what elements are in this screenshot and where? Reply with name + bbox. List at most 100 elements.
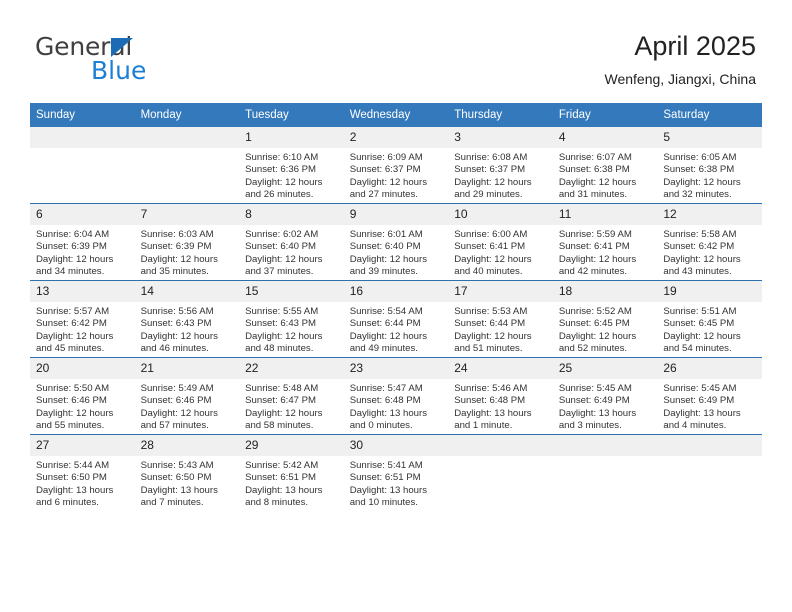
weekday-header-sunday: Sunday: [30, 103, 135, 127]
calendar-day-cell[interactable]: 4 Sunrise: 6:07 AM Sunset: 6:38 PM Daylight…: [552, 127, 658, 204]
sunset-text: Sunset: 6:45 PM: [558, 318, 630, 330]
calendar-day-cell[interactable]: 8 Sunrise: 6:02 AM Sunset: 6:40 PM Daylight…: [239, 203, 344, 281]
day-number: 6: [30, 204, 135, 225]
calendar-day-cell[interactable]: 22 Sunrise: 5:48 AM Sunset: 6:47 PM Dayligh…: [239, 357, 344, 435]
sunrise-text: Sunrise: 5:48 AM: [245, 383, 319, 394]
sunset-text: Sunset: 6:45 PM: [663, 318, 735, 330]
calendar-day-cell[interactable]: 3 Sunrise: 6:08 AM Sunset: 6:37 PM Daylight…: [448, 127, 553, 204]
day-number: 11: [552, 204, 658, 225]
day-number: [448, 435, 553, 456]
sunrise-text: Sunrise: 5:46 AM: [454, 383, 528, 394]
calendar-day-cell[interactable]: 10 Sunrise: 6:00 AM Sunset: 6:41 PM Dayligh…: [448, 203, 553, 281]
calendar-day-cell[interactable]: 12 Sunrise: 5:58 AM Sunset: 6:42 PM Dayligh…: [657, 203, 762, 281]
day-details: Sunrise: 5:53 AM Sunset: 6:44 PM Daylight:…: [448, 302, 553, 356]
calendar-day-cell[interactable]: 27 Sunrise: 5:44 AM Sunset: 6:50 PM Dayligh…: [30, 434, 135, 511]
sunrise-text: Sunrise: 5:50 AM: [36, 383, 110, 394]
daylight-text: Daylight: 12 hours and 27 minutes.: [349, 176, 428, 201]
sunset-text: Sunset: 6:41 PM: [558, 241, 630, 253]
calendar-day-cell[interactable]: 11 Sunrise: 5:59 AM Sunset: 6:41 PM Dayligh…: [552, 203, 658, 281]
daylight-text: Daylight: 12 hours and 32 minutes.: [663, 176, 741, 201]
page-subtitle: Wenfeng, Jiangxi, China: [604, 71, 757, 87]
calendar-day-cell[interactable]: 18 Sunrise: 5:52 AM Sunset: 6:45 PM Dayligh…: [552, 280, 658, 358]
calendar-week-row: 13 Sunrise: 5:57 AM Sunset: 6:42 PM Dayligh…: [30, 280, 762, 358]
day-number: 18: [552, 281, 658, 302]
calendar-day-cell[interactable]: 29 Sunrise: 5:42 AM Sunset: 6:51 PM Dayligh…: [239, 434, 344, 511]
sunrise-text: Sunrise: 6:08 AM: [454, 152, 528, 163]
calendar-week-row: 1 Sunrise: 6:10 AM Sunset: 6:36 PM Daylight…: [30, 127, 762, 204]
sunset-text: Sunset: 6:42 PM: [663, 241, 735, 253]
day-number: 21: [134, 358, 240, 379]
day-details: Sunrise: 5:41 AM Sunset: 6:51 PM Daylight:…: [344, 456, 449, 510]
calendar-day-cell[interactable]: 19 Sunrise: 5:51 AM Sunset: 6:45 PM Dayligh…: [657, 280, 762, 358]
sunrise-text: Sunrise: 6:05 AM: [663, 152, 737, 163]
calendar-day-cell[interactable]: 26 Sunrise: 5:45 AM Sunset: 6:49 PM Dayligh…: [657, 357, 762, 435]
sunset-text: Sunset: 6:38 PM: [558, 164, 630, 176]
sunset-text: Sunset: 6:51 PM: [245, 472, 317, 484]
daylight-text: Daylight: 12 hours and 29 minutes.: [454, 176, 532, 201]
daylight-text: Daylight: 13 hours and 1 minute.: [454, 407, 532, 432]
day-details: Sunrise: 5:50 AM Sunset: 6:46 PM Daylight:…: [30, 379, 135, 433]
calendar-day-cell-empty: [552, 434, 658, 511]
calendar-day-cell[interactable]: 17 Sunrise: 5:53 AM Sunset: 6:44 PM Dayligh…: [448, 280, 553, 358]
calendar-day-cell[interactable]: 24 Sunrise: 5:46 AM Sunset: 6:48 PM Dayligh…: [448, 357, 553, 435]
calendar-day-cell[interactable]: 25 Sunrise: 5:45 AM Sunset: 6:49 PM Dayligh…: [552, 357, 658, 435]
calendar-day-cell[interactable]: 7 Sunrise: 6:03 AM Sunset: 6:39 PM Daylight…: [134, 203, 240, 281]
calendar-day-cell[interactable]: 16 Sunrise: 5:54 AM Sunset: 6:44 PM Dayligh…: [343, 280, 449, 358]
sunset-text: Sunset: 6:38 PM: [663, 164, 735, 176]
day-number: 13: [30, 281, 135, 302]
day-details: Sunrise: 6:03 AM Sunset: 6:39 PM Daylight:…: [135, 225, 240, 279]
calendar-day-cell[interactable]: 30 Sunrise: 5:41 AM Sunset: 6:51 PM Dayligh…: [343, 434, 449, 511]
day-number: 28: [134, 435, 240, 456]
calendar-day-cell[interactable]: 21 Sunrise: 5:49 AM Sunset: 6:46 PM Dayligh…: [134, 357, 240, 435]
sunrise-text: Sunrise: 5:56 AM: [140, 306, 214, 317]
sunrise-text: Sunrise: 5:47 AM: [349, 383, 423, 394]
calendar-day-cell[interactable]: 15 Sunrise: 5:55 AM Sunset: 6:43 PM Dayligh…: [239, 280, 344, 358]
day-details: Sunrise: 5:55 AM Sunset: 6:43 PM Daylight:…: [239, 302, 344, 356]
day-details: Sunrise: 6:04 AM Sunset: 6:39 PM Daylight:…: [30, 225, 135, 279]
calendar-week-row: 6 Sunrise: 6:04 AM Sunset: 6:39 PM Daylight…: [30, 203, 762, 281]
calendar-day-cell-empty: [448, 434, 553, 511]
sunset-text: Sunset: 6:40 PM: [245, 241, 317, 253]
sunrise-text: Sunrise: 5:41 AM: [349, 460, 423, 471]
sunset-text: Sunset: 6:37 PM: [454, 164, 526, 176]
daylight-text: Daylight: 12 hours and 54 minutes.: [663, 330, 741, 355]
day-number: 5: [657, 127, 762, 148]
sunset-text: Sunset: 6:39 PM: [36, 241, 107, 253]
calendar-day-cell[interactable]: 2 Sunrise: 6:09 AM Sunset: 6:37 PM Daylight…: [343, 127, 449, 204]
sunrise-text: Sunrise: 5:49 AM: [140, 383, 214, 394]
daylight-text: Daylight: 12 hours and 43 minutes.: [663, 253, 741, 278]
sunrise-text: Sunrise: 5:59 AM: [558, 229, 632, 240]
daylight-text: Daylight: 13 hours and 7 minutes.: [140, 484, 218, 509]
calendar-day-cell[interactable]: 9 Sunrise: 6:01 AM Sunset: 6:40 PM Daylight…: [343, 203, 449, 281]
calendar-day-cell[interactable]: 14 Sunrise: 5:56 AM Sunset: 6:43 PM Dayligh…: [134, 280, 240, 358]
sunrise-text: Sunrise: 5:42 AM: [245, 460, 319, 471]
day-number: 27: [30, 435, 135, 456]
sunrise-text: Sunrise: 6:02 AM: [245, 229, 319, 240]
weekday-header-saturday: Saturday: [657, 103, 762, 127]
calendar-day-cell[interactable]: 28 Sunrise: 5:43 AM Sunset: 6:50 PM Dayligh…: [134, 434, 240, 511]
sunrise-text: Sunrise: 6:04 AM: [36, 229, 110, 240]
calendar-day-cell[interactable]: 23 Sunrise: 5:47 AM Sunset: 6:48 PM Dayligh…: [343, 357, 449, 435]
day-number: 15: [239, 281, 344, 302]
sunset-text: Sunset: 6:48 PM: [349, 395, 421, 407]
calendar-day-cell[interactable]: 13 Sunrise: 5:57 AM Sunset: 6:42 PM Dayligh…: [30, 280, 135, 358]
daylight-text: Daylight: 12 hours and 49 minutes.: [349, 330, 428, 355]
day-number: 16: [343, 281, 449, 302]
calendar-day-cell[interactable]: 5 Sunrise: 6:05 AM Sunset: 6:38 PM Daylight…: [657, 127, 762, 204]
day-details: Sunrise: 5:46 AM Sunset: 6:48 PM Daylight:…: [448, 379, 553, 433]
daylight-text: Daylight: 13 hours and 4 minutes.: [663, 407, 741, 432]
calendar-day-cell-empty: [134, 127, 240, 204]
daylight-text: Daylight: 12 hours and 31 minutes.: [558, 176, 637, 201]
sunrise-text: Sunrise: 6:03 AM: [140, 229, 214, 240]
daylight-text: Daylight: 12 hours and 48 minutes.: [245, 330, 323, 355]
day-number: [552, 435, 658, 456]
sunrise-text: Sunrise: 5:44 AM: [36, 460, 110, 471]
day-details: Sunrise: 5:45 AM Sunset: 6:49 PM Daylight:…: [657, 379, 762, 433]
sunrise-text: Sunrise: 6:10 AM: [245, 152, 319, 163]
sunrise-text: Sunrise: 5:57 AM: [36, 306, 110, 317]
calendar-day-cell[interactable]: 20 Sunrise: 5:50 AM Sunset: 6:46 PM Dayligh…: [30, 357, 135, 435]
day-details: Sunrise: 6:02 AM Sunset: 6:40 PM Daylight:…: [239, 225, 344, 279]
sunset-text: Sunset: 6:47 PM: [245, 395, 317, 407]
calendar-day-cell[interactable]: 6 Sunrise: 6:04 AM Sunset: 6:39 PM Daylight…: [30, 203, 135, 281]
calendar-day-cell[interactable]: 1 Sunrise: 6:10 AM Sunset: 6:36 PM Daylight…: [239, 127, 344, 204]
